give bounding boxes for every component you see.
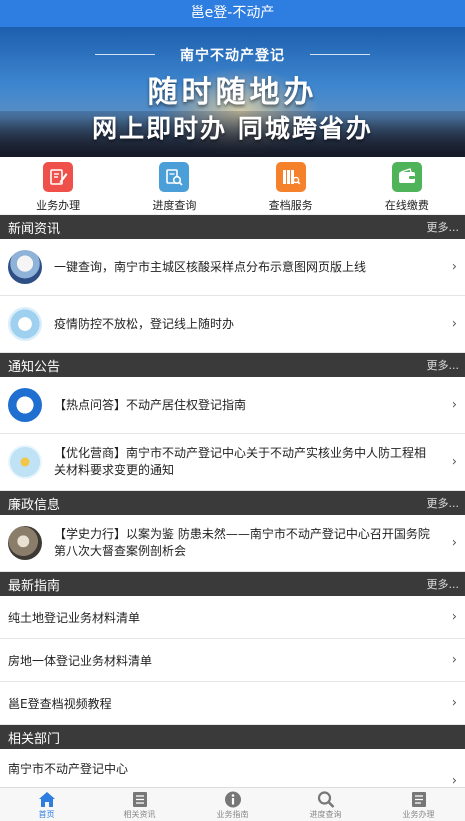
app-title-bar: 邕e登-不动产 bbox=[0, 0, 465, 27]
notice-title: 【优化营商】南宁市不动产登记中心关于不动产实核业务中人防工程相关材料要求变更的通… bbox=[54, 446, 427, 477]
news-thumbnail bbox=[8, 307, 42, 341]
wallet-icon bbox=[391, 162, 422, 192]
quick-actions: 业务办理 进度查询 查档服务 在线缴费 bbox=[0, 157, 465, 215]
chevron-right-icon: › bbox=[451, 259, 457, 275]
tab-business[interactable]: 业务办理 bbox=[372, 788, 465, 821]
notice-thumbnail bbox=[8, 388, 42, 422]
app-title: 邕e登-不动产 bbox=[190, 5, 275, 21]
archive-books-icon bbox=[275, 162, 306, 192]
integrity-title: 【学史力行】以案为鉴 防患未然——南宁市不动产登记中心召开国务院第八次大督查案例… bbox=[54, 527, 430, 558]
home-icon bbox=[38, 792, 55, 807]
quick-business[interactable]: 业务办理 bbox=[0, 157, 116, 214]
tab-guide[interactable]: 业务指南 bbox=[186, 788, 279, 821]
integrity-more-link[interactable]: 更多... bbox=[427, 495, 460, 511]
chevron-right-icon: › bbox=[451, 454, 457, 470]
news-thumbnail bbox=[8, 250, 42, 284]
quick-payment-label: 在线缴费 bbox=[384, 199, 429, 212]
chevron-right-icon: › bbox=[451, 695, 457, 711]
guide-title: 纯土地登记业务材料清单 bbox=[8, 610, 141, 625]
quick-business-label: 业务办理 bbox=[36, 199, 81, 212]
department-name: 南宁市不动产登记中心 bbox=[8, 762, 129, 776]
integrity-thumbnail bbox=[8, 526, 42, 560]
banner-slogan-2: 网上即时办 同城跨省办 bbox=[92, 114, 373, 143]
tab-progress[interactable]: 进度查询 bbox=[279, 788, 372, 821]
bottom-tab-bar: 首页 相关资讯 业务指南 进度查询 业务办理 bbox=[0, 787, 465, 821]
chevron-right-icon: › bbox=[451, 397, 457, 413]
chevron-right-icon: › bbox=[451, 535, 457, 551]
tab-progress-label: 进度查询 bbox=[309, 810, 342, 819]
news-item[interactable]: 疫情防控不放松，登记线上随时办 › bbox=[0, 296, 465, 353]
section-integrity-title: 廉政信息 bbox=[8, 497, 61, 513]
banner-heading: 南宁不动产登记 bbox=[180, 48, 285, 64]
tab-home[interactable]: 首页 bbox=[0, 788, 93, 821]
news-list-icon bbox=[132, 792, 147, 807]
tab-business-label: 业务办理 bbox=[402, 810, 435, 819]
guide-title: 邕E登查档视频教程 bbox=[8, 696, 112, 711]
notices-more-link[interactable]: 更多... bbox=[427, 357, 460, 373]
chevron-right-icon: › bbox=[451, 316, 457, 332]
integrity-item[interactable]: 【学史力行】以案为鉴 防患未然——南宁市不动产登记中心召开国务院第八次大督查案例… bbox=[0, 515, 465, 572]
section-guides-header: 最新指南 更多... bbox=[0, 572, 465, 596]
news-more-link[interactable]: 更多... bbox=[427, 219, 460, 235]
guide-item[interactable]: 邕E登查档视频教程 › bbox=[0, 682, 465, 725]
guide-item[interactable]: 纯土地登记业务材料清单 › bbox=[0, 596, 465, 639]
tab-news[interactable]: 相关资讯 bbox=[93, 788, 186, 821]
department-item[interactable]: 南宁市不动产登记中心 › bbox=[0, 749, 465, 789]
info-icon bbox=[224, 791, 241, 808]
tab-guide-label: 业务指南 bbox=[216, 810, 249, 819]
section-news-title: 新闻资讯 bbox=[8, 221, 61, 237]
section-news-header: 新闻资讯 更多... bbox=[0, 215, 465, 239]
quick-progress-label: 进度查询 bbox=[152, 199, 197, 212]
chevron-right-icon: › bbox=[451, 652, 457, 668]
section-notices-title: 通知公告 bbox=[8, 359, 61, 375]
news-title: 疫情防控不放松，登记线上随时办 bbox=[54, 316, 235, 331]
progress-search-icon bbox=[159, 162, 190, 192]
notice-item[interactable]: 【热点问答】不动产居住权登记指南 › bbox=[0, 377, 465, 434]
notice-title: 【热点问答】不动产居住权登记指南 bbox=[54, 397, 247, 412]
news-title: 一键查询，南宁市主城区核酸采样点分布示意图网页版上线 bbox=[54, 259, 367, 274]
notice-item[interactable]: 【优化营商】南宁市不动产登记中心关于不动产实核业务中人防工程相关材料要求变更的通… bbox=[0, 434, 465, 491]
banner-carousel[interactable]: 南宁不动产登记 随时随地办 网上即时办 同城跨省办 bbox=[0, 27, 465, 157]
search-icon bbox=[317, 791, 334, 808]
section-departments-title: 相关部门 bbox=[8, 731, 61, 747]
news-item[interactable]: 一键查询，南宁市主城区核酸采样点分布示意图网页版上线 › bbox=[0, 239, 465, 296]
quick-archive[interactable]: 查档服务 bbox=[233, 157, 349, 214]
section-integrity-header: 廉政信息 更多... bbox=[0, 491, 465, 515]
section-notices-header: 通知公告 更多... bbox=[0, 353, 465, 377]
guides-more-link[interactable]: 更多... bbox=[427, 576, 460, 592]
guide-title: 房地一体登记业务材料清单 bbox=[8, 653, 153, 668]
quick-payment[interactable]: 在线缴费 bbox=[349, 157, 465, 214]
banner-slogan-1: 随时随地办 bbox=[147, 75, 318, 110]
tab-news-label: 相关资讯 bbox=[123, 810, 156, 819]
guide-item[interactable]: 房地一体登记业务材料清单 › bbox=[0, 639, 465, 682]
quick-progress[interactable]: 进度查询 bbox=[116, 157, 232, 214]
section-guides-title: 最新指南 bbox=[8, 578, 61, 594]
section-departments-header: 相关部门 bbox=[0, 725, 465, 749]
quick-archive-label: 查档服务 bbox=[268, 199, 313, 212]
tab-home-label: 首页 bbox=[38, 810, 55, 819]
notice-thumbnail bbox=[8, 445, 42, 479]
chevron-right-icon: › bbox=[451, 609, 457, 625]
business-edit-icon bbox=[43, 162, 74, 192]
business-list-icon bbox=[411, 792, 426, 807]
